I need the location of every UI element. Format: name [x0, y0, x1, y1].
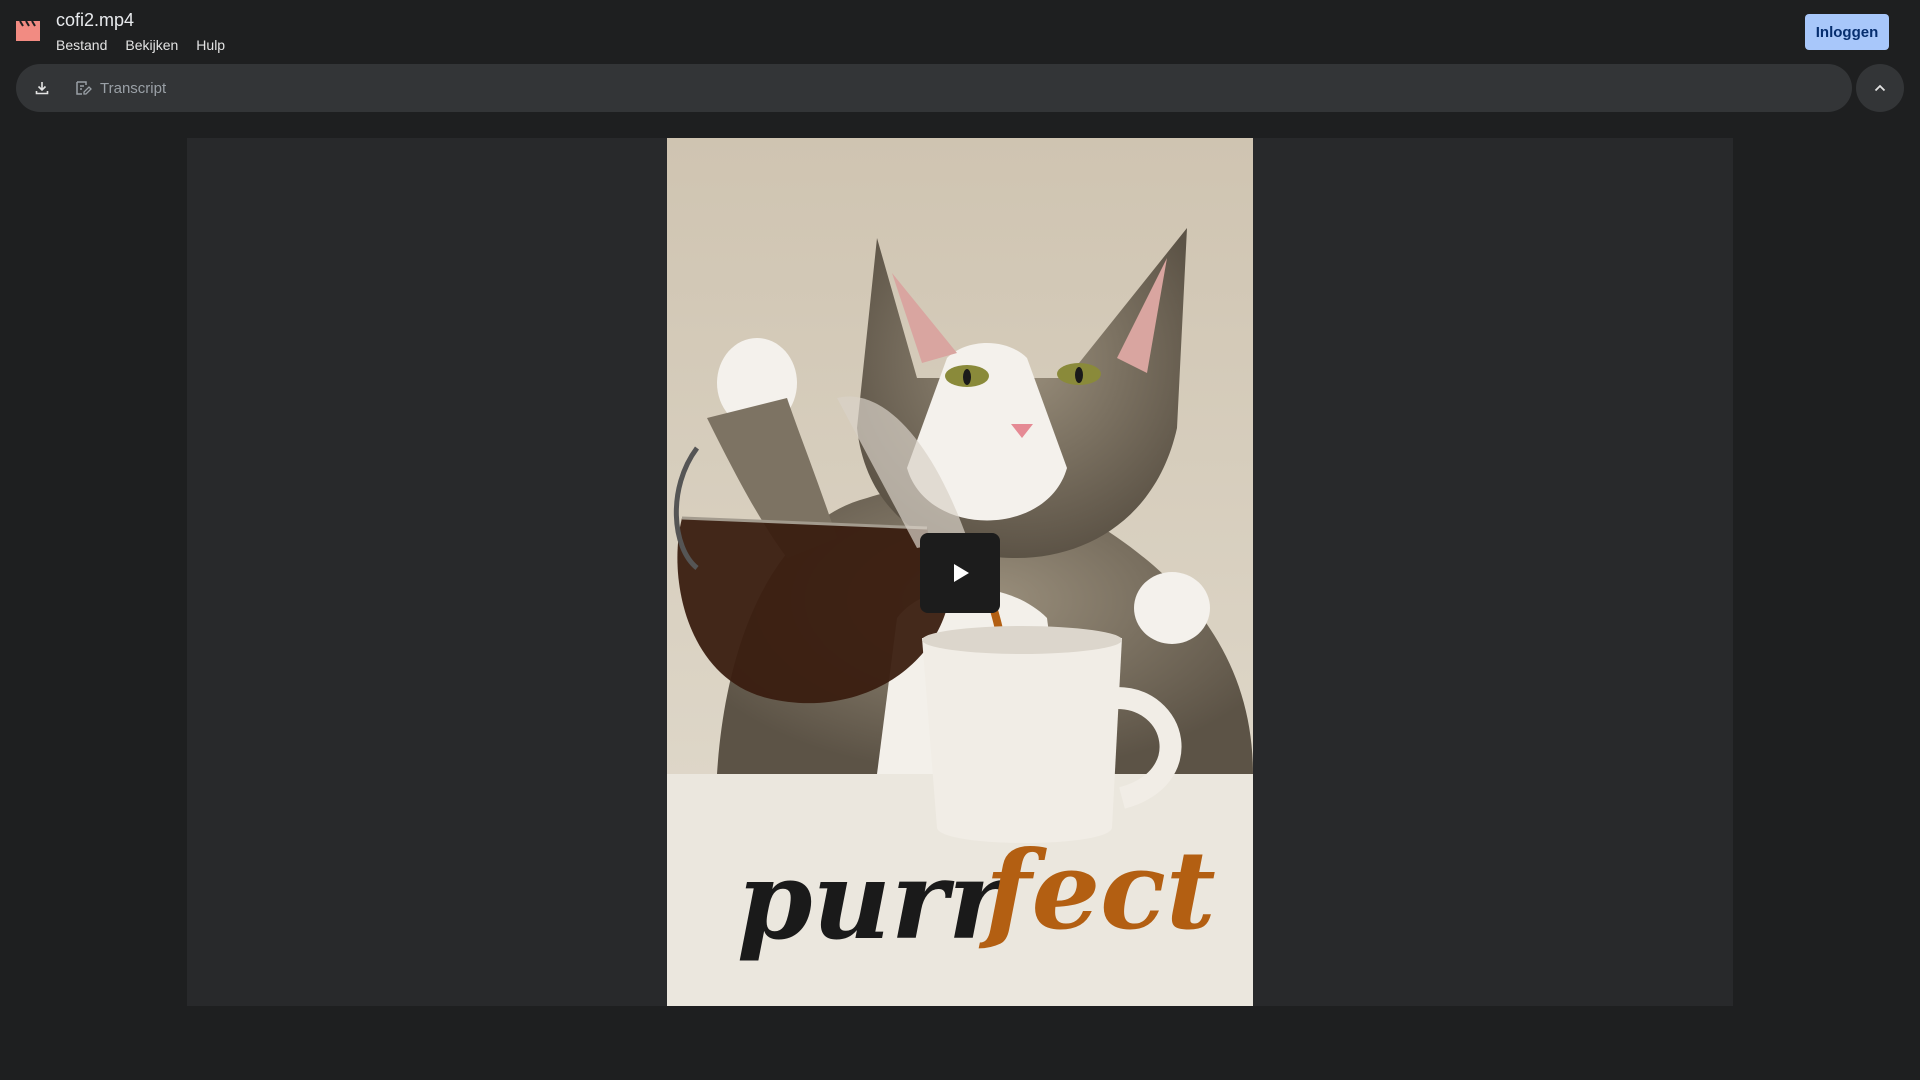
- transcript-label: Transcript: [100, 79, 167, 97]
- toolbar: Transcript: [16, 64, 1852, 112]
- download-icon: [35, 82, 49, 95]
- transcript-button[interactable]: Transcript: [74, 74, 166, 102]
- login-button[interactable]: Inloggen: [1805, 14, 1889, 50]
- collapse-toolbar-button[interactable]: [1856, 64, 1904, 112]
- menu-item-bekijken[interactable]: Bekijken: [125, 37, 178, 53]
- download-button[interactable]: [30, 76, 54, 100]
- menu-bar: Bestand Bekijken Hulp: [56, 37, 243, 53]
- video-player: purr fect: [187, 138, 1733, 1006]
- clapperboard-icon: [16, 20, 40, 41]
- play-button[interactable]: [920, 533, 1000, 613]
- caption-text-orange: fect: [978, 828, 1216, 954]
- app-header: cofi2.mp4 Bestand Bekijken Hulp Inloggen: [0, 0, 1920, 64]
- menu-item-bestand[interactable]: Bestand: [56, 37, 107, 53]
- play-icon: [954, 564, 969, 582]
- file-title: cofi2.mp4: [56, 10, 135, 30]
- caption-text-dark: purr: [737, 838, 1012, 964]
- menu-item-hulp[interactable]: Hulp: [196, 37, 225, 53]
- edit-note-icon: [76, 81, 92, 95]
- chevron-up-icon: [1874, 84, 1886, 92]
